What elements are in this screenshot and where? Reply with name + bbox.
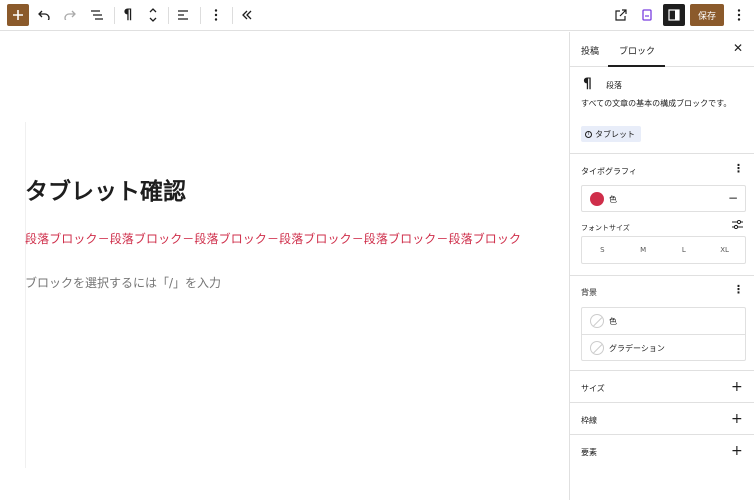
- font-size-xl[interactable]: XL: [704, 237, 745, 263]
- settings-sidebar: 投稿 ブロック ✕ ¶ 段落 すべての文章の基本の構成ブロックです。 i タブレ…: [569, 32, 754, 500]
- empty-swatch-icon: [590, 341, 604, 355]
- toolbar-divider: [168, 7, 169, 24]
- size-title: サイズ: [581, 384, 605, 393]
- align-left-icon: [178, 10, 188, 20]
- tab-post[interactable]: 投稿: [581, 44, 599, 57]
- block-description: すべての文章の基本の構成ブロックです。: [581, 99, 732, 108]
- toolbar-divider: [232, 7, 233, 24]
- sidebar-tabs: 投稿 ブロック ✕: [570, 32, 754, 67]
- border-panel[interactable]: 枠線 +: [570, 403, 754, 435]
- double-chevron-left-icon: [242, 10, 252, 20]
- editor-toolbar: ¶ 保存: [0, 0, 754, 31]
- more-options-button[interactable]: [728, 4, 750, 26]
- background-color-control[interactable]: 色: [582, 308, 745, 334]
- font-size-s[interactable]: S: [582, 237, 623, 263]
- font-size-picker: S M L XL: [581, 236, 746, 264]
- background-gradient-label: グラデーション: [609, 344, 665, 353]
- redo-icon: [64, 10, 76, 20]
- pilcrow-icon: ¶: [123, 7, 133, 23]
- background-title: 背景: [581, 288, 597, 297]
- empty-swatch-icon: [590, 314, 604, 328]
- minus-icon[interactable]: −: [728, 192, 738, 204]
- undo-icon: [38, 10, 50, 20]
- move-block-button[interactable]: [142, 4, 164, 26]
- plus-icon[interactable]: +: [731, 380, 743, 394]
- pattern-button[interactable]: [636, 4, 658, 26]
- tab-block[interactable]: ブロック: [619, 44, 655, 57]
- badge-label: タブレット: [595, 129, 635, 139]
- typography-panel: タイポグラフィ ⋮ 色 − フォントサイズ S M L XL: [570, 154, 754, 276]
- list-view-button[interactable]: [86, 4, 108, 26]
- pilcrow-icon: ¶: [583, 76, 592, 92]
- background-color-label: 色: [609, 317, 617, 326]
- bookmark-icon: [642, 9, 652, 21]
- border-title: 枠線: [581, 416, 597, 425]
- toolbar-divider: [200, 7, 201, 24]
- plus-icon: [13, 10, 23, 20]
- text-color-control[interactable]: 色 −: [581, 185, 746, 212]
- list-view-icon: [91, 10, 103, 20]
- paragraph-block[interactable]: 段落ブロック－段落ブロック－段落ブロック－段落ブロック－段落ブロック－段落ブロッ…: [25, 230, 521, 247]
- undo-button[interactable]: [33, 4, 55, 26]
- font-size-m[interactable]: M: [623, 237, 664, 263]
- block-inserter-button[interactable]: [7, 4, 29, 26]
- settings-sidebar-toggle[interactable]: [663, 4, 685, 26]
- background-controls: 色 グラデーション: [581, 307, 746, 361]
- font-size-label: フォントサイズ: [581, 224, 630, 232]
- block-appender-placeholder[interactable]: ブロックを選択するには「/」を入力: [25, 274, 221, 291]
- device-badge[interactable]: i タブレット: [581, 126, 641, 142]
- plus-icon[interactable]: +: [731, 412, 743, 426]
- view-post-button[interactable]: [610, 4, 632, 26]
- vertical-dots-icon: [737, 9, 741, 21]
- editor-canvas[interactable]: タブレット確認 段落ブロック－段落ブロック－段落ブロック－段落ブロック－段落ブロ…: [0, 32, 569, 500]
- post-title[interactable]: タブレット確認: [25, 172, 186, 206]
- plus-icon[interactable]: +: [731, 444, 743, 458]
- settings-sliders-icon[interactable]: [732, 219, 743, 232]
- background-gradient-control[interactable]: グラデーション: [582, 335, 745, 361]
- redo-button[interactable]: [59, 4, 81, 26]
- sidebar-icon: [668, 9, 680, 21]
- block-type-button[interactable]: ¶: [117, 4, 139, 26]
- toolbar-divider: [114, 7, 115, 24]
- elements-panel[interactable]: 要素 +: [570, 435, 754, 467]
- vertical-dots-icon: [214, 9, 218, 21]
- info-icon: i: [585, 130, 592, 138]
- text-color-label: 色: [609, 195, 617, 204]
- align-button[interactable]: [173, 4, 195, 26]
- chevron-up-down-icon: [149, 8, 157, 22]
- size-panel[interactable]: サイズ +: [570, 371, 754, 403]
- save-button[interactable]: 保存: [690, 4, 724, 26]
- block-card: ¶ 段落 すべての文章の基本の構成ブロックです。 i タブレット: [570, 67, 754, 154]
- typography-title: タイポグラフィ: [581, 167, 637, 176]
- vertical-dots-icon[interactable]: ⋮: [733, 284, 744, 295]
- block-options-button[interactable]: [205, 4, 227, 26]
- vertical-dots-icon[interactable]: ⋮: [733, 163, 744, 174]
- collapse-toolbar-button[interactable]: [236, 4, 258, 26]
- block-name: 段落: [606, 81, 622, 90]
- color-swatch: [590, 192, 604, 206]
- background-panel: 背景 ⋮ 色 グラデーション: [570, 276, 754, 371]
- external-link-icon: [615, 9, 627, 21]
- close-icon[interactable]: ✕: [733, 41, 743, 55]
- font-size-l[interactable]: L: [664, 237, 705, 263]
- elements-title: 要素: [581, 448, 597, 457]
